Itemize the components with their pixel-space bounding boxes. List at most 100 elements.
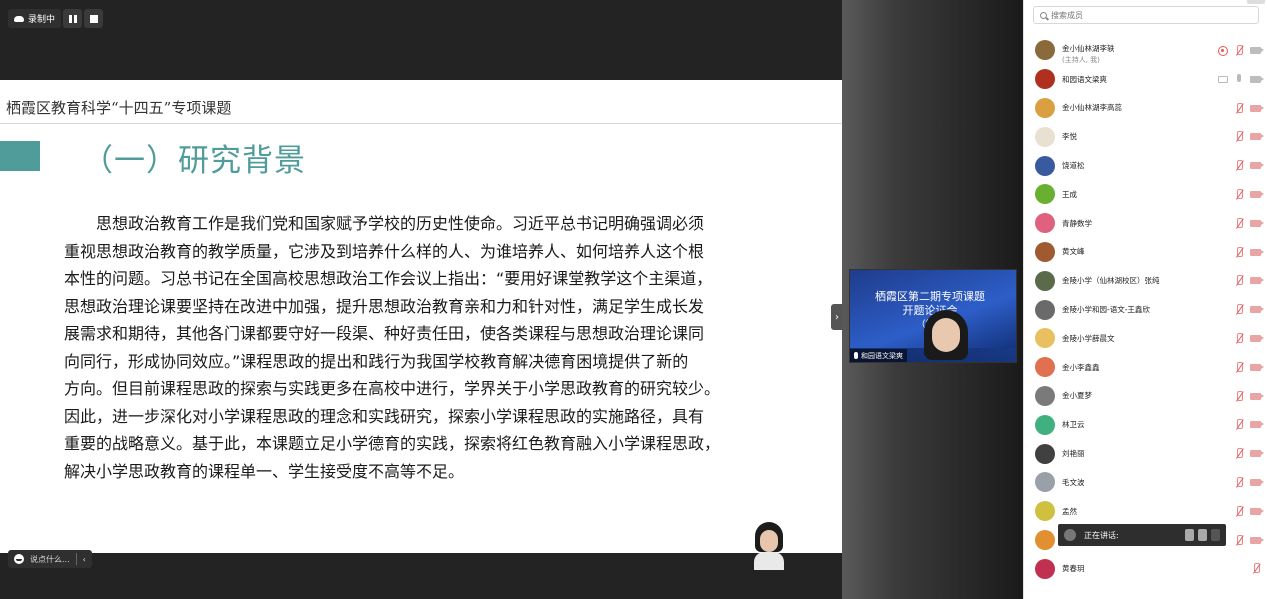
mic-muted-icon[interactable] (1234, 45, 1244, 56)
member-name: 刘艳丽 (1062, 449, 1085, 459)
mic-muted-icon[interactable] (1234, 448, 1244, 459)
member-name: 王成 (1062, 189, 1077, 199)
emoji-icon[interactable] (14, 554, 24, 564)
mic-muted-icon[interactable] (1251, 563, 1261, 574)
member-row[interactable]: 饶道松 (1024, 151, 1267, 180)
member-controls (1234, 332, 1264, 344)
window-corner-button[interactable] (1247, 0, 1265, 4)
camera-off-icon[interactable] (1250, 450, 1264, 458)
screen-share-icon[interactable] (1218, 75, 1228, 83)
video-banner-line: 栖霞区第二期专项课题 (875, 290, 985, 303)
mic-muted-icon[interactable] (1234, 476, 1244, 488)
cloud-icon (14, 15, 24, 22)
recording-icon[interactable] (1218, 45, 1228, 56)
camera-icon[interactable] (1250, 75, 1264, 83)
stop-recording-button[interactable] (84, 9, 104, 28)
search-input[interactable] (1051, 10, 1251, 20)
member-role: (主持人, 我) (1062, 55, 1100, 64)
member-row[interactable]: 青静数学 (1024, 209, 1267, 238)
member-name: 李悦 (1062, 132, 1077, 142)
member-row[interactable]: 金陵小学和园-语文-王鑫欣 (1024, 295, 1267, 324)
member-row[interactable]: 王成 (1024, 180, 1267, 209)
mic-muted-icon[interactable] (1234, 390, 1244, 402)
recording-indicator[interactable]: 录制中 (8, 9, 62, 28)
slide-body-line: 本性的问题。习总书记在全国高校思想政治工作会议上指出：“要用好课堂教学这个主渠道… (64, 269, 713, 288)
avatar (1035, 241, 1055, 262)
avatar (1035, 69, 1055, 90)
member-name: 和园语文梁爽 (1062, 74, 1107, 84)
mic-icon[interactable] (1234, 73, 1244, 85)
mic-muted-icon[interactable] (1234, 361, 1244, 373)
member-row[interactable]: 黄文峰 (1024, 238, 1267, 267)
chat-input[interactable]: 说点什么... (30, 554, 70, 565)
chat-bar[interactable]: 说点什么... ‹ (8, 550, 92, 568)
member-controls (1234, 217, 1264, 229)
camera-off-icon[interactable] (1250, 536, 1264, 544)
mic-muted-icon[interactable] (1234, 188, 1244, 200)
member-controls (1234, 390, 1264, 402)
avatar (1064, 529, 1076, 541)
participant-video-tile[interactable]: 栖霞区第二期专项课题 开题论证会 （第三 和园语文梁爽 (849, 269, 1017, 363)
mic-muted-icon[interactable] (1234, 505, 1244, 517)
avatar (1035, 184, 1055, 205)
camera-off-icon[interactable] (1250, 306, 1264, 314)
camera-off-icon[interactable] (1250, 219, 1264, 227)
collapse-gallery-button[interactable]: › (831, 304, 843, 330)
member-row[interactable]: 金小仙林湖李高蕊 (1024, 94, 1267, 123)
pause-recording-button[interactable] (63, 9, 83, 28)
member-row[interactable]: 金陵小学（仙林湖校区）张纯 (1024, 266, 1267, 295)
mic-muted-icon[interactable] (1234, 534, 1244, 546)
member-row[interactable]: 黄春玥 (1024, 554, 1267, 583)
mic-muted-icon[interactable] (1234, 332, 1244, 344)
camera-off-icon[interactable] (1250, 478, 1264, 486)
member-row[interactable]: 金小仙林湖李轶 (主持人, 我) (1024, 36, 1267, 65)
member-controls (1234, 448, 1264, 459)
mic-muted-icon[interactable] (1234, 160, 1244, 171)
mic-icon (854, 352, 858, 359)
speaking-controls (1185, 529, 1220, 541)
camera-off-icon[interactable] (1250, 133, 1264, 141)
member-row[interactable]: 刘艳丽 (1024, 439, 1267, 468)
chevron-right-icon: › (835, 311, 839, 323)
camera-off-icon[interactable] (1250, 248, 1264, 256)
member-name: 金小仙林湖李高蕊 (1062, 103, 1122, 113)
slide-body-line: 思想政治理论课要坚持在改进中加强，提升思想政治教育亲和力和针对性，满足学生成长发 (64, 296, 705, 316)
member-row[interactable]: 金小夏梦 (1024, 382, 1267, 411)
mic-muted-icon[interactable] (1234, 304, 1244, 315)
member-list: 金小仙林湖李轶 (主持人, 我) 和园语文梁爽金小仙林湖李高蕊 李悦饶道松王成青静数学… (1024, 36, 1267, 583)
mic-muted-icon[interactable] (1234, 102, 1244, 114)
member-controls (1234, 246, 1264, 258)
member-name: 孟然 (1062, 506, 1077, 516)
camera-off-icon[interactable] (1250, 392, 1264, 400)
avatar (1035, 213, 1055, 234)
camera-icon[interactable] (1250, 47, 1264, 54)
presenter-thumbnail (752, 522, 786, 570)
mic-muted-icon[interactable] (1234, 275, 1244, 286)
member-search[interactable] (1033, 6, 1259, 24)
mic-muted-icon[interactable] (1234, 419, 1244, 430)
camera-off-icon[interactable] (1250, 334, 1264, 342)
camera-off-icon[interactable] (1250, 104, 1264, 112)
chevron-left-icon[interactable]: ‹ (83, 555, 86, 564)
camera-off-icon[interactable] (1250, 421, 1264, 429)
avatar (1035, 501, 1055, 522)
camera-off-icon[interactable] (1250, 190, 1264, 198)
member-row[interactable]: 金陵小学薛晨文 (1024, 324, 1267, 353)
mic-muted-icon[interactable] (1234, 246, 1244, 258)
member-row[interactable]: 毛文波 (1024, 468, 1267, 497)
member-row[interactable]: 林卫云 (1024, 410, 1267, 439)
video-name-tag: 和园语文梁爽 (850, 349, 907, 362)
member-name: 金陵小学薛晨文 (1062, 333, 1115, 343)
camera-off-icon[interactable] (1250, 363, 1264, 371)
member-row[interactable]: 金小李鑫鑫 (1024, 353, 1267, 382)
member-row[interactable]: 孟然 (1024, 497, 1267, 526)
camera-off-icon[interactable] (1250, 507, 1264, 515)
member-controls (1234, 361, 1264, 373)
mic-muted-icon[interactable] (1234, 131, 1244, 142)
member-row[interactable]: 李悦 (1024, 122, 1267, 151)
member-row[interactable]: 和园语文梁爽 (1024, 65, 1267, 94)
camera-off-icon[interactable] (1250, 162, 1264, 170)
avatar (1035, 443, 1055, 464)
mic-muted-icon[interactable] (1234, 217, 1244, 229)
camera-off-icon[interactable] (1250, 277, 1264, 285)
